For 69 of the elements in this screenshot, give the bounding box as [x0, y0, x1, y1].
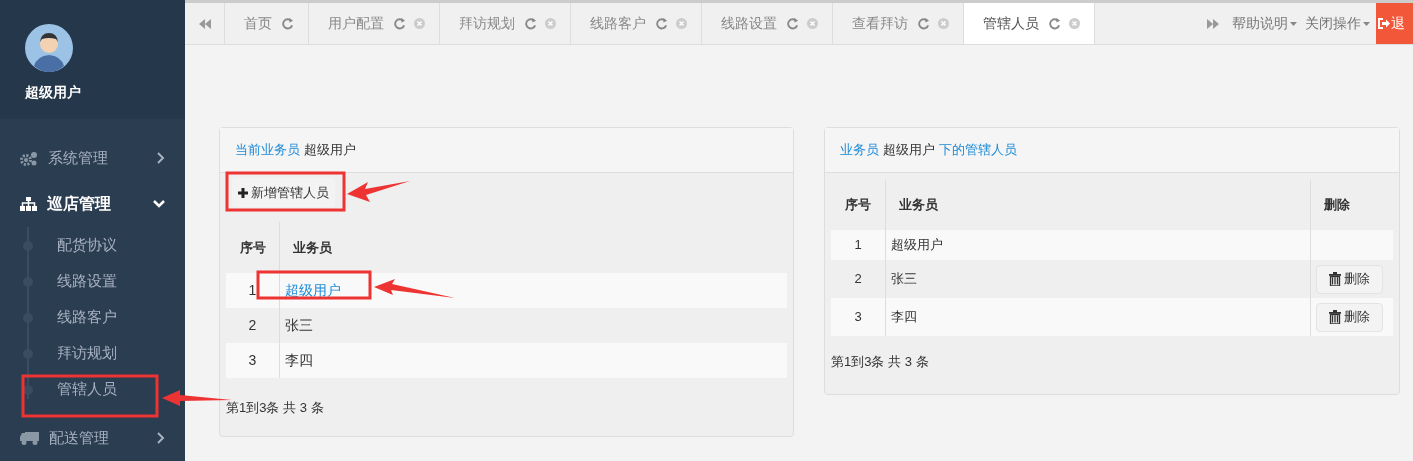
- table-cell: 1: [226, 273, 280, 308]
- refresh-icon: [282, 17, 294, 30]
- delete-button[interactable]: 删除: [1316, 302, 1383, 332]
- table-cell-text: 李四: [285, 351, 313, 370]
- arrow: [347, 181, 410, 202]
- menu-item[interactable]: 配送管理: [0, 415, 185, 461]
- close-operations-dropdown[interactable]: 关闭操作: [1301, 3, 1374, 44]
- logout-button[interactable]: 退: [1376, 3, 1413, 44]
- add-button[interactable]: 新增管辖人员: [232, 178, 335, 207]
- menu-item[interactable]: 巡店管理: [0, 181, 185, 227]
- name-link[interactable]: 超级用户: [285, 280, 341, 301]
- delete-button[interactable]: 删除: [1316, 264, 1383, 294]
- close-icon: [938, 18, 949, 29]
- chevron-down-icon: [153, 200, 165, 208]
- tab[interactable]: 线路设置: [702, 3, 833, 44]
- close-icon: [1069, 18, 1080, 29]
- close-icon: [807, 18, 818, 29]
- column-header: 业务员: [898, 196, 939, 215]
- help-dropdown[interactable]: 帮助说明: [1228, 3, 1301, 44]
- panel-title: 超级用户: [304, 141, 356, 160]
- chevron-right-icon: [157, 432, 165, 444]
- refresh-icon: [918, 17, 930, 30]
- tab[interactable]: 线路客户: [571, 3, 702, 44]
- close-icon: [676, 18, 687, 29]
- tab[interactable]: 首页: [225, 3, 309, 44]
- tab[interactable]: 拜访规划: [440, 3, 571, 44]
- caret-down-icon: [1290, 21, 1297, 26]
- tab[interactable]: 管辖人员: [964, 3, 1095, 44]
- table-cell-text: 张三: [891, 270, 917, 289]
- trash-icon: [1329, 310, 1341, 324]
- chevron-right-icon: [157, 152, 165, 164]
- refresh-icon: [1049, 17, 1061, 30]
- panel-title: 超级用户: [883, 141, 935, 160]
- user-name: 超级用户: [25, 83, 82, 102]
- pagination-info: 第1到3条 共 3 条: [831, 353, 929, 371]
- submenu-item[interactable]: 线路客户: [57, 305, 117, 329]
- pagination-info: 第1到3条 共 3 条: [226, 399, 324, 417]
- panel-title: 业务员: [840, 141, 879, 160]
- table-cell-text: 超级用户: [891, 236, 943, 255]
- avatar-icon: [25, 24, 73, 72]
- table-cell: 3: [226, 343, 280, 378]
- plus-icon: [238, 187, 248, 198]
- table-cell-text: 李四: [891, 308, 917, 327]
- truck-icon: [20, 431, 39, 445]
- column-header: 业务员: [292, 238, 333, 257]
- logout-icon: [1378, 18, 1390, 29]
- menu-item[interactable]: 系统管理: [0, 135, 185, 181]
- close-icon: [414, 18, 425, 29]
- panel-title: 当前业务员: [235, 141, 300, 160]
- caret-down-icon: [1363, 21, 1370, 26]
- gears-icon: [20, 150, 38, 166]
- close-icon: [545, 18, 556, 29]
- table-cell-text: 张三: [285, 316, 313, 335]
- refresh-icon: [656, 17, 668, 30]
- sitemap-icon: [20, 197, 37, 211]
- submenu-item[interactable]: 配货协议: [57, 233, 117, 257]
- table-cell: 1: [831, 230, 886, 260]
- refresh-icon: [787, 17, 799, 30]
- double-left-icon: [198, 18, 211, 29]
- double-right-icon: [1207, 18, 1219, 29]
- trash-icon: [1329, 272, 1341, 286]
- refresh-icon: [394, 17, 406, 30]
- tab[interactable]: 用户配置: [309, 3, 440, 44]
- refresh-icon: [525, 17, 537, 30]
- panel-title: 下的管辖人员: [939, 141, 1017, 160]
- table-cell: 3: [831, 298, 886, 336]
- submenu-item[interactable]: 管辖人员: [57, 377, 117, 401]
- submenu-item[interactable]: 线路设置: [57, 269, 117, 293]
- submenu-item[interactable]: 拜访规划: [57, 341, 117, 365]
